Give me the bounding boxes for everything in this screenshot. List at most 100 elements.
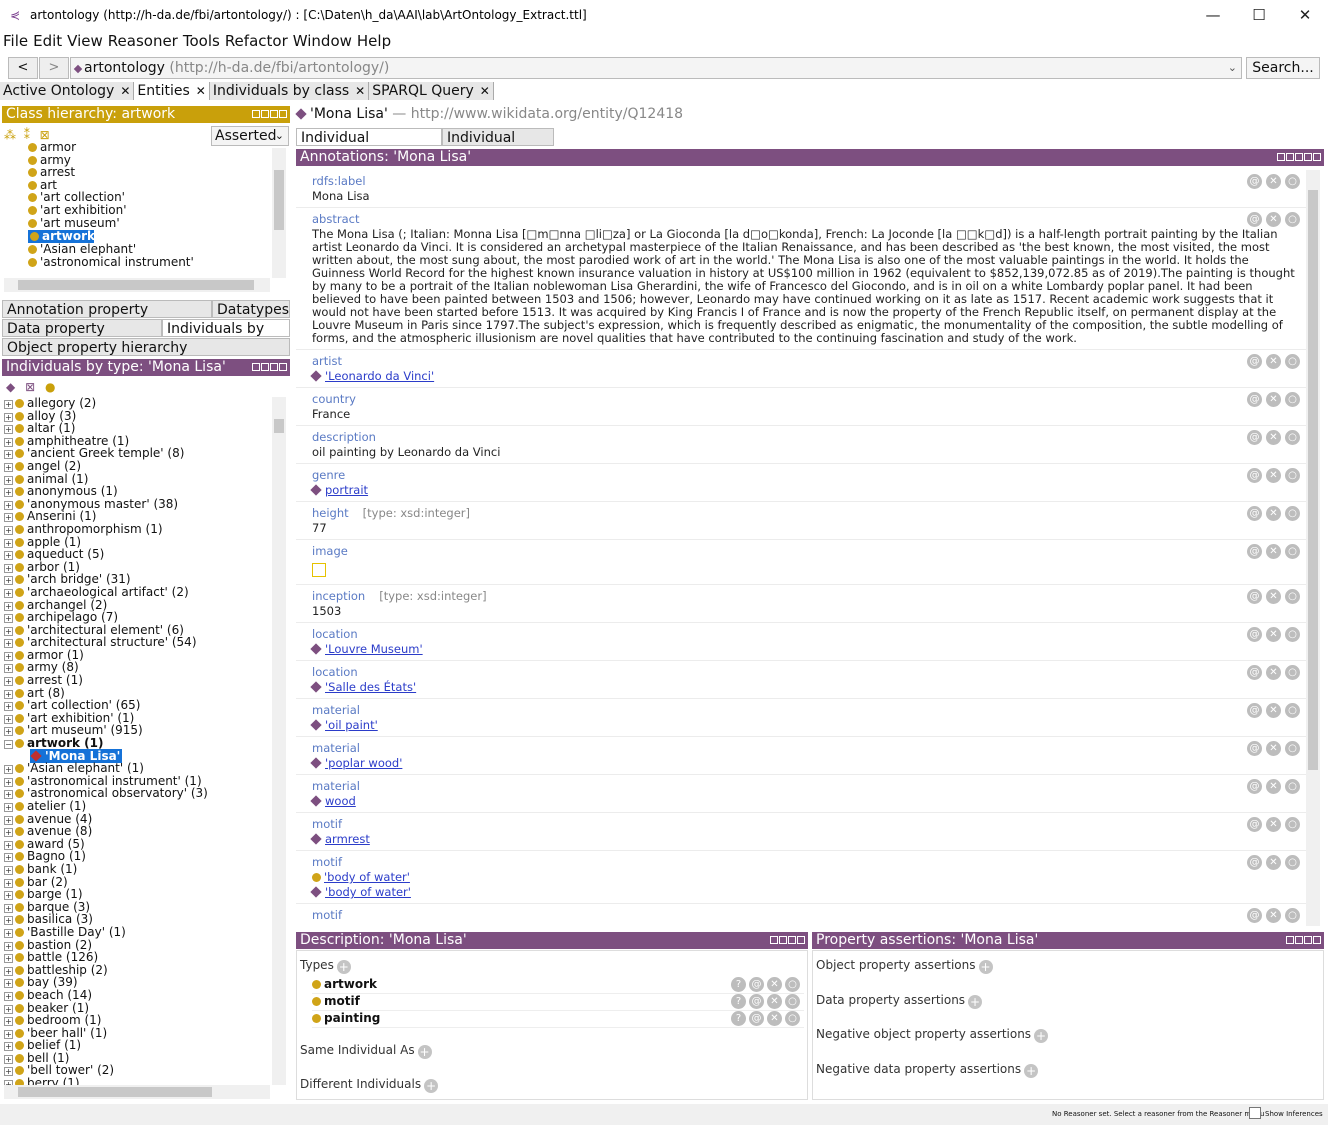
annotation-property[interactable]: motif [312,908,1306,922]
individuals-tree-scrollbar[interactable] [272,397,286,1085]
expand-icon[interactable]: + [4,828,13,838]
annotation-property[interactable]: artist [312,354,1306,368]
delete-icon[interactable]: ✕ [1266,544,1281,559]
property-label[interactable]: motif [312,855,342,869]
expand-icon[interactable]: + [4,803,13,812]
edit-icon[interactable]: ○ [1285,855,1300,870]
property-label[interactable]: description [312,430,376,444]
expand-icon[interactable]: + [4,513,13,523]
property-label[interactable]: location [312,627,358,641]
panel-control-icon[interactable] [797,936,805,944]
edit-icon[interactable]: ○ [1285,174,1300,189]
annotate-icon[interactable]: @ [1247,703,1262,718]
annotate-icon[interactable]: @ [1247,817,1262,832]
type-row[interactable]: artwork? @ ✕ ○ [312,977,804,994]
annotate-icon[interactable]: @ [1247,741,1262,756]
class-tree-item[interactable]: 'astronomical instrument' [28,255,270,269]
delete-icon[interactable]: ✕ [1266,468,1281,483]
annotate-icon[interactable]: @ [1247,544,1262,559]
expand-icon[interactable]: + [4,891,13,901]
explain-icon[interactable]: ? [731,994,746,1009]
tab-annotation-property-hierarchy[interactable]: Annotation property hierarchy [2,300,212,336]
annotation-property[interactable]: location [312,627,1306,641]
annotation-property[interactable]: abstract [312,212,1306,226]
property-label[interactable]: inception [312,589,365,603]
expand-icon[interactable]: + [4,714,13,724]
annotation-row[interactable]: motif @ ✕ ○ [296,904,1306,926]
expand-icon[interactable]: + [4,916,13,926]
expand-icon[interactable]: + [4,941,13,951]
entity-link[interactable]: 'Leonardo da Vinci' [325,369,434,383]
edit-icon[interactable]: ○ [1285,908,1300,923]
individuals-tree-hscrollbar[interactable] [4,1085,270,1099]
expand-icon[interactable]: + [4,853,13,863]
edit-icon[interactable]: ○ [1285,665,1300,680]
expand-icon[interactable]: − [4,740,13,750]
edit-icon[interactable]: ○ [1285,703,1300,718]
panel-control-icon[interactable] [1286,153,1294,161]
expand-icon[interactable]: + [4,614,13,624]
annotation-property[interactable]: motif [312,855,1306,869]
property-label[interactable]: genre [312,468,345,482]
menu-help[interactable]: Help [357,32,391,50]
show-inferences-checkbox[interactable] [1249,1107,1261,1119]
edit-icon[interactable]: ○ [1285,544,1300,559]
expand-icon[interactable]: + [4,677,13,687]
expand-icon[interactable]: + [4,702,13,712]
expand-icon[interactable]: + [4,991,13,1001]
tab-individuals-by-class[interactable]: Individuals by class ✕ [209,82,370,100]
edit-icon[interactable]: ○ [1285,627,1300,642]
annotation-row[interactable]: image @ ✕ ○ [296,540,1306,585]
expand-icon[interactable]: + [4,525,13,535]
expand-icon[interactable]: + [4,450,13,460]
property-label[interactable]: material [312,703,360,717]
annotate-icon[interactable]: @ [749,994,764,1009]
expand-icon[interactable]: + [4,727,13,737]
panel-control-icon[interactable] [270,363,278,371]
add-type-button[interactable]: + [336,960,351,974]
panel-control-icon[interactable] [1313,153,1321,161]
expand-icon[interactable]: + [4,1029,13,1039]
entity-link[interactable]: 'oil paint' [325,718,378,732]
panel-control-icon[interactable] [1313,936,1321,944]
tab-individual-annotations[interactable]: Individual Annotations [296,128,442,164]
panel-control-icon[interactable] [770,936,778,944]
delete-icon[interactable]: ✕ [1266,354,1281,369]
minimize-button[interactable]: — [1190,0,1236,30]
expand-icon[interactable]: + [4,400,13,409]
edit-icon[interactable]: ○ [785,977,800,992]
menu-view[interactable]: View [67,32,103,50]
panel-control-icon[interactable] [252,363,260,371]
expand-icon[interactable]: + [4,462,13,472]
delete-icon[interactable]: ✕ [1266,817,1281,832]
panel-control-icon[interactable] [270,110,278,118]
entity-link[interactable]: 'body of water' [325,885,411,899]
property-label[interactable]: material [312,779,360,793]
add-different-individual-button[interactable]: + [424,1079,439,1093]
annotation-property[interactable]: material [312,703,1306,717]
entity-link[interactable]: armrest [325,832,370,846]
expand-icon[interactable]: + [4,689,13,699]
expand-icon[interactable]: + [4,1042,13,1052]
tab-object-property-hierarchy[interactable]: Object property hierarchy [2,338,290,356]
expand-icon[interactable]: + [4,878,13,888]
edit-icon[interactable]: ○ [785,994,800,1009]
entity-link[interactable]: 'Salle des États' [325,680,416,694]
tab-data-property-hierarchy[interactable]: Data property hierarchy [2,319,162,355]
annotation-property[interactable]: inception [type: xsd:integer] [312,589,1306,603]
annotate-icon[interactable]: @ [1247,665,1262,680]
panel-control-icon[interactable] [1295,936,1303,944]
explain-icon[interactable]: ? [731,977,746,992]
expand-icon[interactable]: + [4,488,13,498]
delete-icon[interactable]: ✕ [1266,627,1281,642]
menu-file[interactable]: File [3,32,28,50]
property-label[interactable]: rdfs:label [312,174,366,188]
ontology-selector[interactable]: artontology (http://h-da.de/fbi/artontol… [70,57,1242,79]
annotation-row[interactable]: height [type: xsd:integer] 77 @ ✕ ○ [296,502,1306,540]
edit-icon[interactable]: ○ [1285,741,1300,756]
delete-icon[interactable]: ✕ [1266,779,1281,794]
forward-button[interactable]: > [39,57,69,79]
annotation-property[interactable]: material [312,779,1306,793]
edit-icon[interactable]: ○ [1285,430,1300,445]
expand-icon[interactable]: + [4,437,13,447]
